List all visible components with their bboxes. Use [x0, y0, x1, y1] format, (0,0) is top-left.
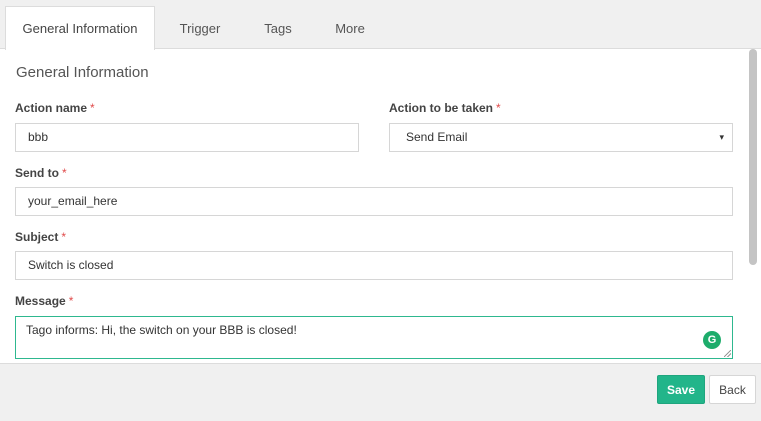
subject-label: Subject *: [15, 230, 66, 244]
tab-label: Tags: [264, 20, 292, 36]
action-name-value: bbb: [28, 130, 49, 144]
resize-handle[interactable]: [724, 350, 731, 357]
send-to-value: your_email_here: [28, 194, 118, 208]
message-label: Message *: [15, 294, 73, 308]
chevron-down-icon: ▾: [719, 132, 724, 142]
action-name-label: Action name *: [15, 101, 95, 115]
send-to-input[interactable]: your_email_here: [15, 187, 733, 216]
grammarly-icon[interactable]: G: [703, 331, 721, 349]
section-title: General Information: [16, 64, 149, 81]
subject-input[interactable]: Switch is closed: [15, 251, 733, 280]
action-type-value: Send Email: [406, 130, 468, 144]
tab-bar: General Information Trigger Tags More: [0, 0, 761, 50]
action-type-label: Action to be taken *: [389, 101, 501, 115]
required-marker: *: [62, 166, 67, 180]
scrollbar-thumb[interactable]: [749, 49, 757, 265]
save-button[interactable]: Save: [657, 375, 705, 404]
action-name-label-text: Action name: [15, 101, 88, 115]
message-textarea[interactable]: Tago informs: Hi, the switch on your BBB…: [15, 316, 733, 359]
send-to-label: Send to *: [15, 166, 67, 180]
required-marker: *: [68, 294, 74, 308]
tab-general-information[interactable]: General Information: [5, 6, 155, 50]
message-label-text: Message: [15, 294, 66, 308]
tab-tags[interactable]: Tags: [244, 6, 312, 50]
message-value: Tago informs: Hi, the switch on your BBB…: [26, 323, 297, 337]
tab-more[interactable]: More: [316, 6, 384, 50]
action-name-input[interactable]: bbb: [15, 123, 359, 152]
send-to-label-text: Send to: [15, 166, 59, 180]
action-type-label-text: Action to be taken: [389, 101, 494, 115]
tab-trigger[interactable]: Trigger: [160, 6, 240, 50]
required-marker: *: [496, 101, 501, 115]
tab-label: Trigger: [179, 20, 221, 36]
tab-label: General Information: [22, 21, 138, 36]
subject-label-text: Subject: [15, 230, 59, 244]
form-panel: General Information Action name * bbb Act…: [0, 49, 761, 364]
tab-label: More: [335, 20, 365, 36]
subject-value: Switch is closed: [28, 258, 114, 272]
scrollbar[interactable]: [749, 49, 757, 363]
required-marker: *: [90, 101, 95, 115]
required-marker: *: [61, 230, 67, 244]
action-type-select[interactable]: Send Email ▾: [389, 123, 733, 152]
back-button[interactable]: Back: [709, 375, 756, 404]
